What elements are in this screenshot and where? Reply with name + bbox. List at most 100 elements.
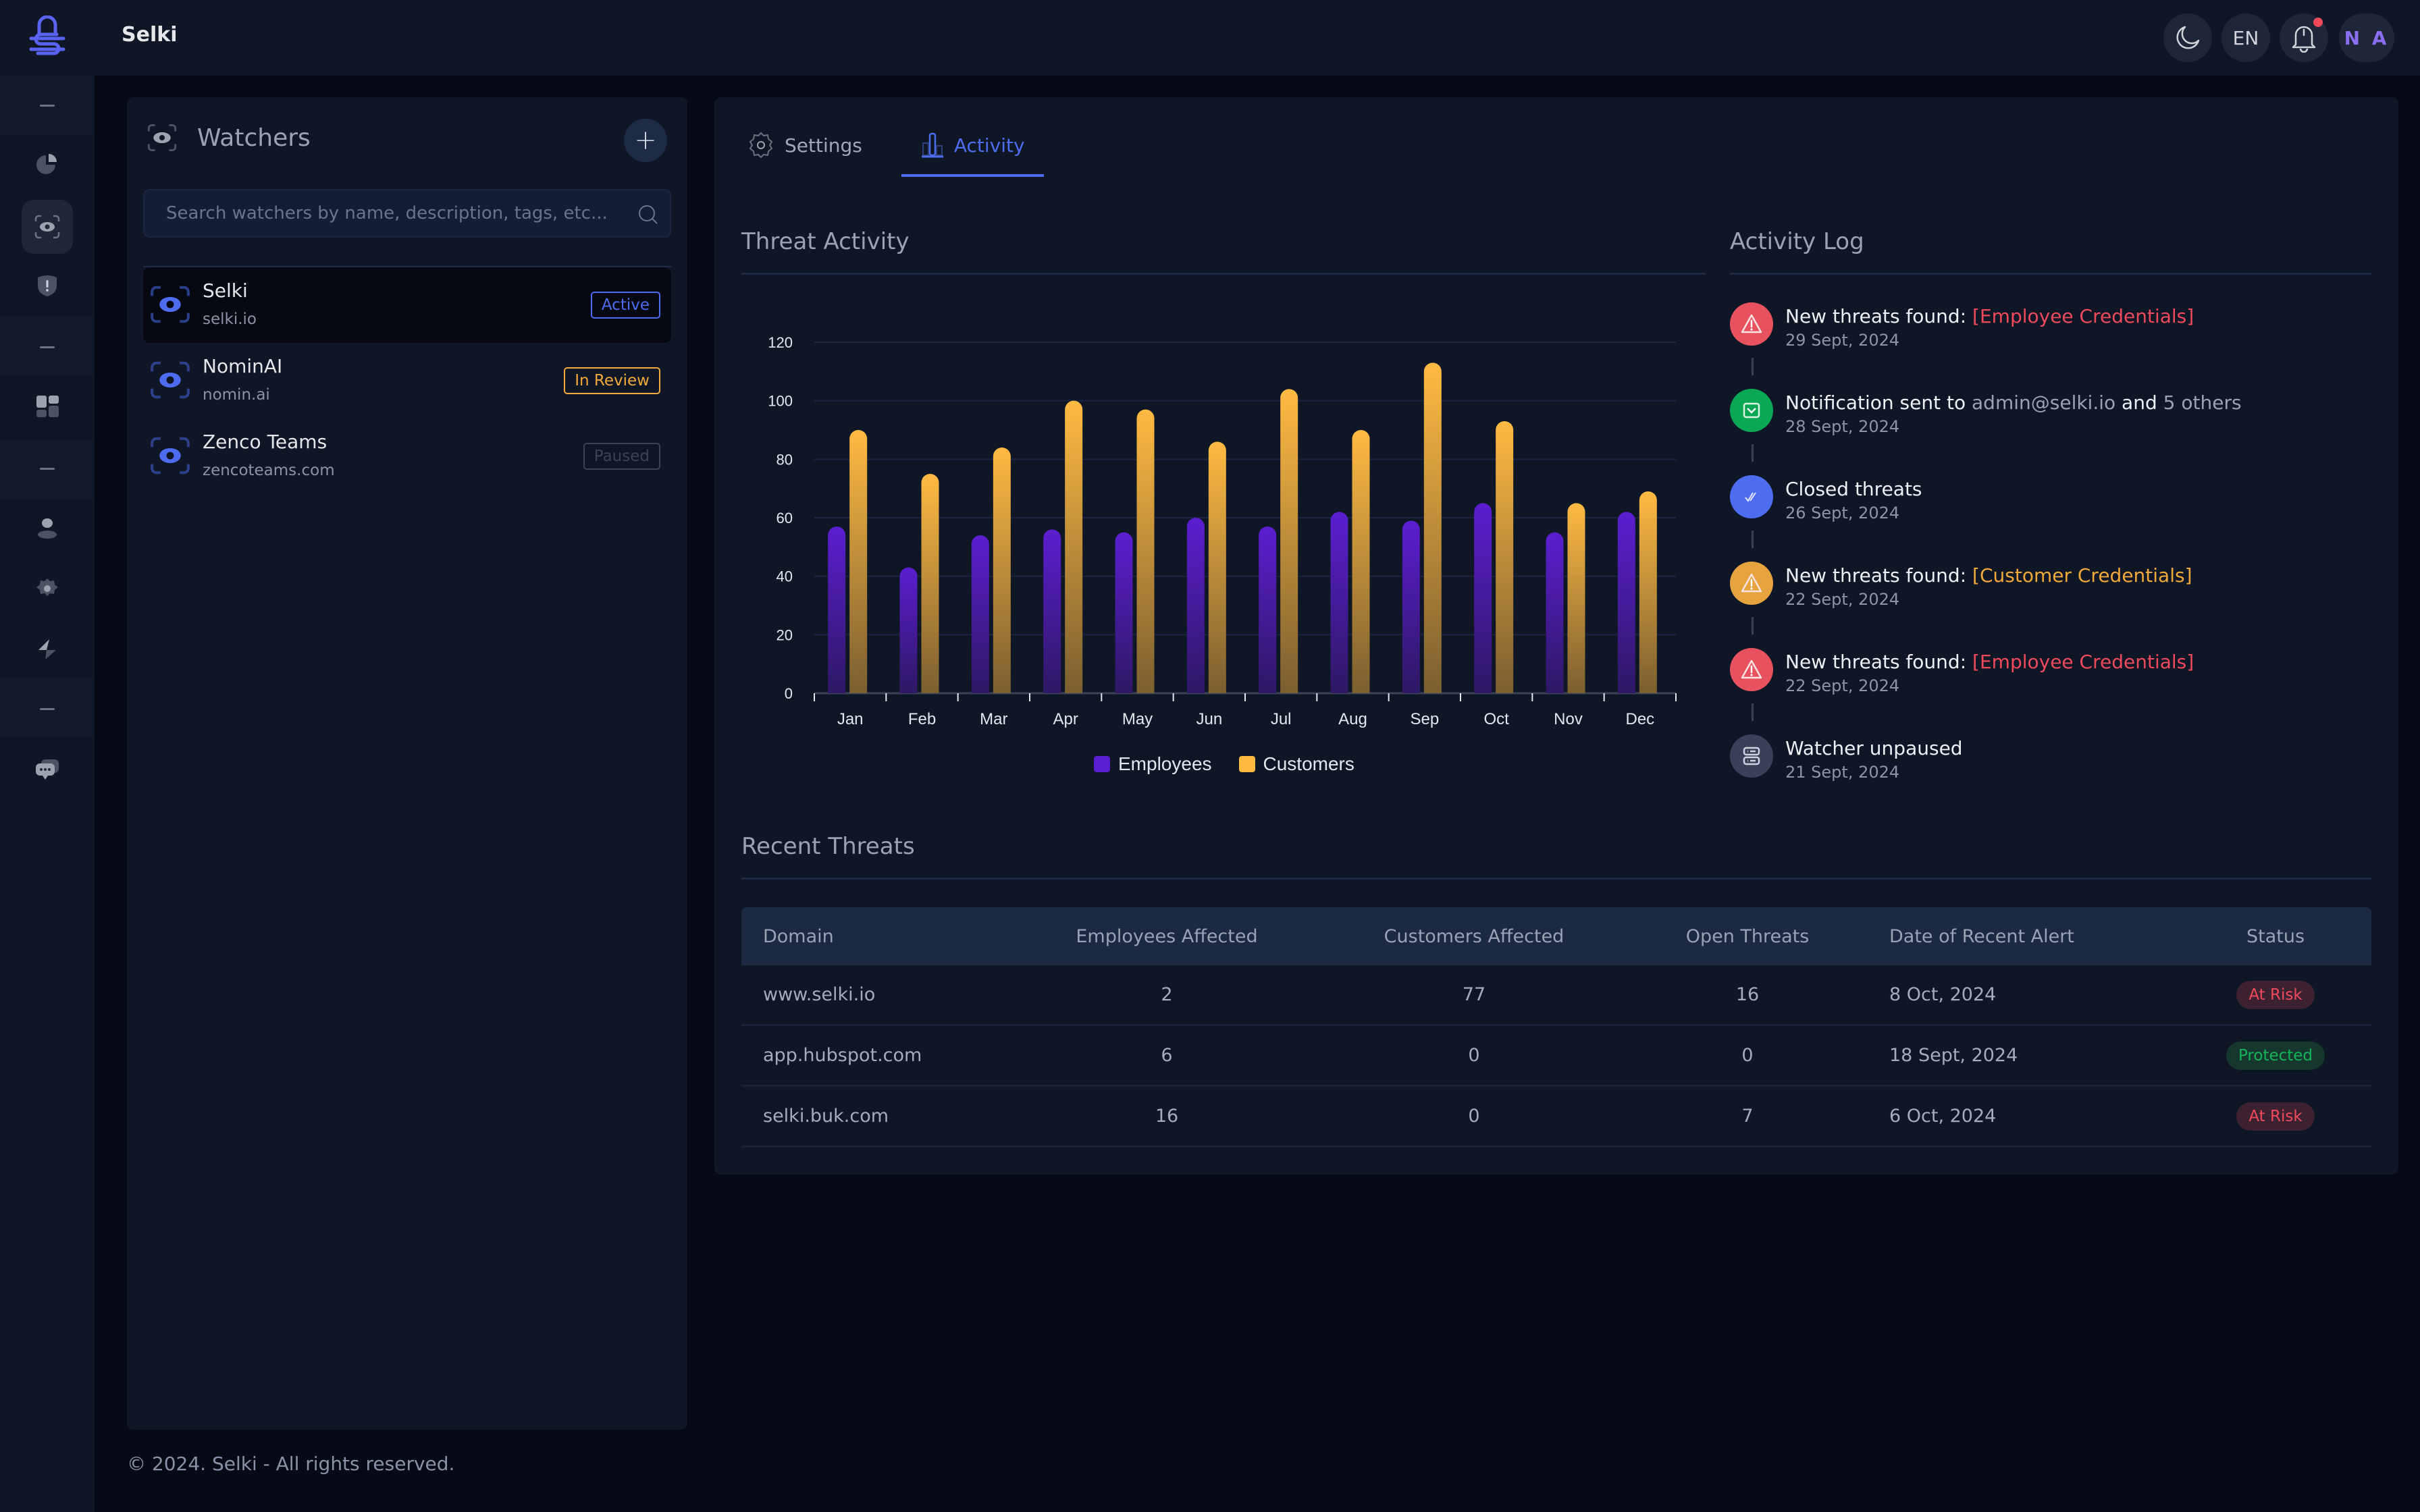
double-check-icon [1730, 475, 1773, 518]
y-tick-label: 40 [777, 568, 793, 585]
watcher-status-badge: In Review [564, 367, 660, 394]
sidebar-item-watchers[interactable] [0, 197, 95, 256]
log-date: 28 Sept, 2024 [1785, 417, 1900, 436]
y-tick-label: 60 [777, 510, 793, 526]
log-email[interactable]: admin@selki.io [1972, 392, 2115, 414]
language-button[interactable]: EN [2221, 14, 2270, 62]
log-text: Watcher unpaused [1785, 737, 1963, 759]
tab-settings[interactable]: Settings [747, 124, 881, 174]
recent-threats-divider [741, 878, 2371, 880]
y-tick-label: 120 [768, 334, 793, 351]
add-watcher-button[interactable]: + [624, 119, 667, 162]
cell-customers: 0 [1468, 1045, 1480, 1066]
sidebar-item-dashboard[interactable] [0, 377, 95, 436]
sidebar-item-settings[interactable] [0, 559, 95, 618]
top-header: Selki EN N A [95, 0, 2420, 76]
legend-item-employees[interactable]: Employees [1094, 753, 1212, 775]
log-text: New threats found: [1785, 305, 1973, 327]
col-status[interactable]: Status [2180, 926, 2371, 947]
timeline-connector [1752, 358, 1754, 375]
cell-customers: 77 [1462, 984, 1486, 1005]
cell-domain: selki.buk.com [763, 1106, 889, 1127]
watcher-list-item[interactable]: NominAI nomin.ai In Review [143, 343, 671, 418]
cell-date: 18 Sept, 2024 [1889, 1045, 2018, 1066]
bar-employees-jul [1259, 526, 1277, 693]
sidebar-item-support[interactable] [0, 740, 95, 799]
bar-employees-mar [971, 535, 989, 693]
warning-icon [1730, 562, 1773, 605]
log-date: 22 Sept, 2024 [1785, 590, 1900, 609]
table-row[interactable]: www.selki.io 2 77 16 8 Oct, 2024 At Risk [741, 965, 2371, 1026]
sidebar-item-analytics[interactable] [0, 135, 95, 194]
moon-icon [2176, 26, 2200, 49]
bar-employees-aug [1330, 512, 1348, 693]
watcher-list-item[interactable]: Zenco Teams zencoteams.com Paused [143, 418, 671, 494]
bar-customers-jun [1208, 441, 1226, 693]
gear-icon [36, 578, 58, 596]
log-date: 29 Sept, 2024 [1785, 331, 1900, 350]
log-and: and [2115, 392, 2163, 414]
x-tick-label: Jun [1196, 710, 1222, 728]
chart-legend: Employees Customers [1094, 753, 1382, 775]
col-employees-affected[interactable]: Employees Affected [1025, 926, 1309, 947]
timeline-connector [1752, 531, 1754, 548]
detail-tabs: Settings Activity [747, 124, 1064, 177]
watcher-domain: nomin.ai [203, 386, 270, 404]
sidebar-item-users[interactable] [0, 498, 95, 558]
chat-icon [36, 759, 59, 780]
y-tick-label: 20 [777, 626, 793, 643]
dashboard-grid-icon [36, 396, 59, 417]
watchers-title: Watchers [197, 124, 311, 152]
watcher-eye-icon [151, 286, 190, 323]
log-title: Closed threats [1785, 478, 1922, 500]
col-customers-affected[interactable]: Customers Affected [1309, 926, 1639, 947]
watcher-list-item[interactable]: Selki selki.io Active [143, 267, 671, 343]
status-badge: At Risk [2236, 980, 2315, 1009]
table-row[interactable]: selki.buk.com 16 0 7 6 Oct, 2024 At Risk [741, 1087, 2371, 1148]
sidebar-item-threats[interactable] [0, 256, 95, 316]
user-avatar[interactable]: N A [2339, 14, 2394, 62]
col-open-threats[interactable]: Open Threats [1639, 926, 1856, 947]
bar-employees-may [1115, 532, 1133, 693]
sidebar-divider [0, 317, 95, 377]
watcher-name: Zenco Teams [203, 431, 327, 453]
table-row[interactable]: app.hubspot.com 6 0 0 18 Sept, 2024 Prot… [741, 1026, 2371, 1087]
log-highlight: [Customer Credentials] [1972, 564, 2192, 587]
watcher-name: NominAI [203, 355, 283, 377]
cell-employees: 2 [1161, 984, 1173, 1005]
watcher-search-input[interactable] [166, 203, 612, 223]
cell-employees: 16 [1155, 1106, 1179, 1127]
legend-swatch-customers [1238, 756, 1255, 772]
x-tick-label: Nov [1554, 710, 1583, 728]
watcher-eye-icon [34, 215, 60, 239]
x-tick-label: Jul [1271, 710, 1292, 728]
selki-logo[interactable] [0, 0, 95, 76]
watcher-name: Selki [203, 279, 248, 302]
bar-customers-jan [849, 430, 868, 693]
cell-date: 8 Oct, 2024 [1889, 984, 1997, 1005]
theme-toggle-button[interactable] [2163, 14, 2212, 62]
legend-label-employees: Employees [1118, 753, 1212, 774]
col-domain[interactable]: Domain [741, 926, 1025, 947]
notifications-button[interactable] [2280, 14, 2328, 62]
warning-icon [1730, 302, 1773, 346]
log-others[interactable]: 5 others [2163, 392, 2242, 414]
gear-icon [749, 132, 773, 159]
col-date-recent-alert[interactable]: Date of Recent Alert [1856, 926, 2180, 947]
watcher-domain: zencoteams.com [203, 462, 335, 479]
search-icon[interactable] [637, 204, 659, 225]
mail-icon [1730, 389, 1773, 432]
timeline-connector [1752, 703, 1754, 721]
lightning-icon [38, 639, 56, 659]
x-tick-label: Aug [1338, 710, 1367, 728]
sidebar-item-integrations[interactable] [0, 620, 95, 679]
sidebar-divider [0, 76, 95, 135]
y-tick-label: 80 [777, 451, 793, 468]
bar-customers-dec [1639, 491, 1657, 693]
bar-customers-oct [1496, 421, 1514, 693]
log-highlight: [Employee Credentials] [1972, 305, 2194, 327]
tab-activity[interactable]: Activity [901, 124, 1044, 177]
cell-open-threats: 7 [1741, 1106, 1754, 1127]
legend-item-customers[interactable]: Customers [1238, 753, 1354, 775]
x-tick-label: May [1122, 710, 1153, 728]
